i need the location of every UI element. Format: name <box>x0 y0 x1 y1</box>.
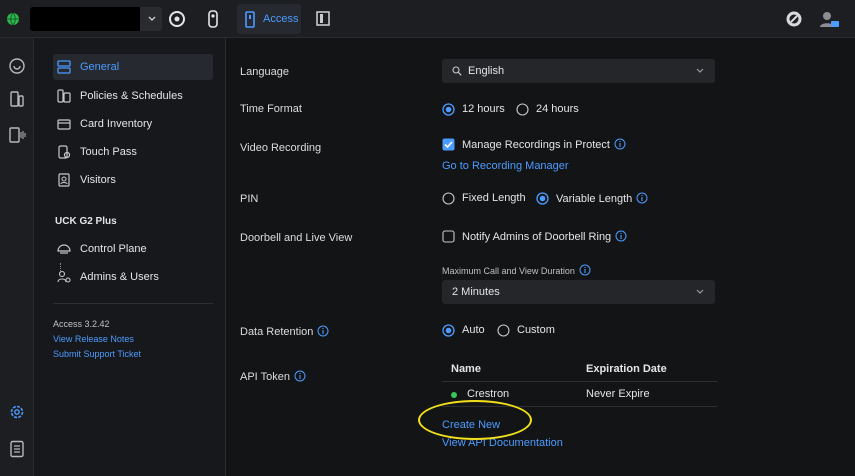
settings-nav: General Policies & Schedules Card Invent… <box>35 38 226 476</box>
talk-icon[interactable] <box>8 126 26 144</box>
token-expiration: Never Expire <box>586 388 650 400</box>
checkbox-unchecked-icon <box>442 230 455 243</box>
language-value: English <box>468 65 505 77</box>
general-settings: Language English Time Format 12 hours 24… <box>227 38 855 476</box>
pin-label: PIN <box>240 193 259 205</box>
duration-value: 2 Minutes <box>452 286 500 298</box>
nav-section-title: UCK G2 Plus <box>55 216 117 227</box>
nav-item-policies[interactable]: Policies & Schedules <box>53 83 213 109</box>
radio-unselected-icon <box>516 103 529 116</box>
policies-icon <box>57 89 71 103</box>
nav-item-label: Control Plane <box>80 243 147 255</box>
checkbox-label: Notify Admins of Doorbell Ring <box>462 230 627 243</box>
site-selector[interactable] <box>30 7 162 31</box>
radio-label: Custom <box>517 324 555 336</box>
general-icon <box>57 60 71 74</box>
access-hub-icon <box>245 11 255 28</box>
access-icon[interactable] <box>8 90 26 108</box>
touch-pass-icon <box>58 145 71 159</box>
duration-select[interactable]: 2 Minutes <box>442 280 715 304</box>
recording-manager-link[interactable]: Go to Recording Manager <box>442 160 569 172</box>
radio-label: 12 hours <box>462 103 505 115</box>
nav-item-label: Visitors <box>80 174 116 186</box>
nav-item-label: Admins & Users <box>80 271 159 283</box>
app-switcher-icon[interactable] <box>785 10 803 28</box>
nav-item-label: Touch Pass <box>80 146 137 158</box>
info-icon[interactable] <box>294 370 306 382</box>
admins-icon <box>57 270 71 283</box>
table-header-divider <box>442 381 717 382</box>
search-icon <box>452 66 462 76</box>
chevron-down-icon <box>696 289 704 294</box>
control-plane-icon <box>57 244 71 254</box>
nav-item-card-inventory[interactable]: Card Inventory <box>53 111 213 137</box>
tab-access-label: Access <box>263 13 299 25</box>
nav-item-general[interactable]: General <box>53 54 213 80</box>
token-name: Crestron <box>467 388 510 400</box>
support-ticket-link[interactable]: Submit Support Ticket <box>53 349 141 359</box>
radio-label: 24 hours <box>536 103 579 115</box>
radio-selected-icon <box>442 324 455 337</box>
access-reader-icon[interactable] <box>316 11 330 26</box>
radio-unselected-icon <box>442 192 455 205</box>
top-bar: Access <box>0 0 855 38</box>
site-name-redacted <box>30 7 140 31</box>
nav-divider <box>53 303 213 304</box>
chevron-down-icon <box>148 16 156 21</box>
time-format-label: Time Format <box>240 103 302 115</box>
nav-item-control-plane[interactable]: Control Plane <box>53 236 213 262</box>
site-globe-icon <box>7 12 19 26</box>
info-icon[interactable] <box>579 264 591 276</box>
checkbox-checked-icon <box>442 138 455 151</box>
info-icon[interactable] <box>636 192 648 204</box>
radio-unselected-icon <box>497 324 510 337</box>
tab-access[interactable]: Access <box>237 4 301 34</box>
info-icon[interactable] <box>317 325 329 337</box>
nav-item-label: Policies & Schedules <box>80 90 183 102</box>
chevron-down-icon <box>696 68 704 73</box>
app-version: Access 3.2.42 <box>53 319 110 329</box>
visitors-icon <box>58 173 70 187</box>
protect-app-icon[interactable] <box>168 10 186 28</box>
app-rail <box>0 38 34 476</box>
duration-label: Maximum Call and View Duration <box>442 264 591 276</box>
column-header-expiration: Expiration Date <box>586 363 667 375</box>
language-select[interactable]: English <box>442 59 715 83</box>
token-status-dot <box>451 392 457 398</box>
data-retention-label: Data Retention <box>240 325 329 338</box>
info-icon[interactable] <box>614 138 626 150</box>
nav-item-touch-pass[interactable]: Touch Pass <box>53 139 213 165</box>
protect-icon[interactable] <box>8 57 26 75</box>
radio-label: Fixed Length <box>462 192 526 204</box>
highlight-annotation <box>418 400 532 440</box>
settings-icon[interactable] <box>8 403 26 421</box>
language-label: Language <box>240 66 289 78</box>
radio-label: Auto <box>462 324 485 336</box>
column-header-name: Name <box>451 363 481 375</box>
nav-item-label: General <box>80 61 120 73</box>
api-token-label: API Token <box>240 370 306 383</box>
doorbell-label: Doorbell and Live View <box>240 232 353 244</box>
nav-item-admins-users[interactable]: Admins & Users <box>53 264 213 290</box>
release-notes-link[interactable]: View Release Notes <box>53 334 134 344</box>
notes-icon[interactable] <box>8 440 26 458</box>
radio-selected-icon <box>442 103 455 116</box>
device-app-icon[interactable] <box>204 10 222 28</box>
checkbox-label: Manage Recordings in Protect <box>462 138 626 151</box>
nav-item-label: Card Inventory <box>80 118 153 130</box>
radio-label: Variable Length <box>556 192 648 205</box>
radio-selected-icon <box>536 192 549 205</box>
video-recording-label: Video Recording <box>240 142 322 154</box>
card-icon <box>57 119 71 130</box>
nav-item-visitors[interactable]: Visitors <box>53 167 213 193</box>
user-avatar-icon[interactable] <box>818 10 840 28</box>
info-icon[interactable] <box>615 230 627 242</box>
